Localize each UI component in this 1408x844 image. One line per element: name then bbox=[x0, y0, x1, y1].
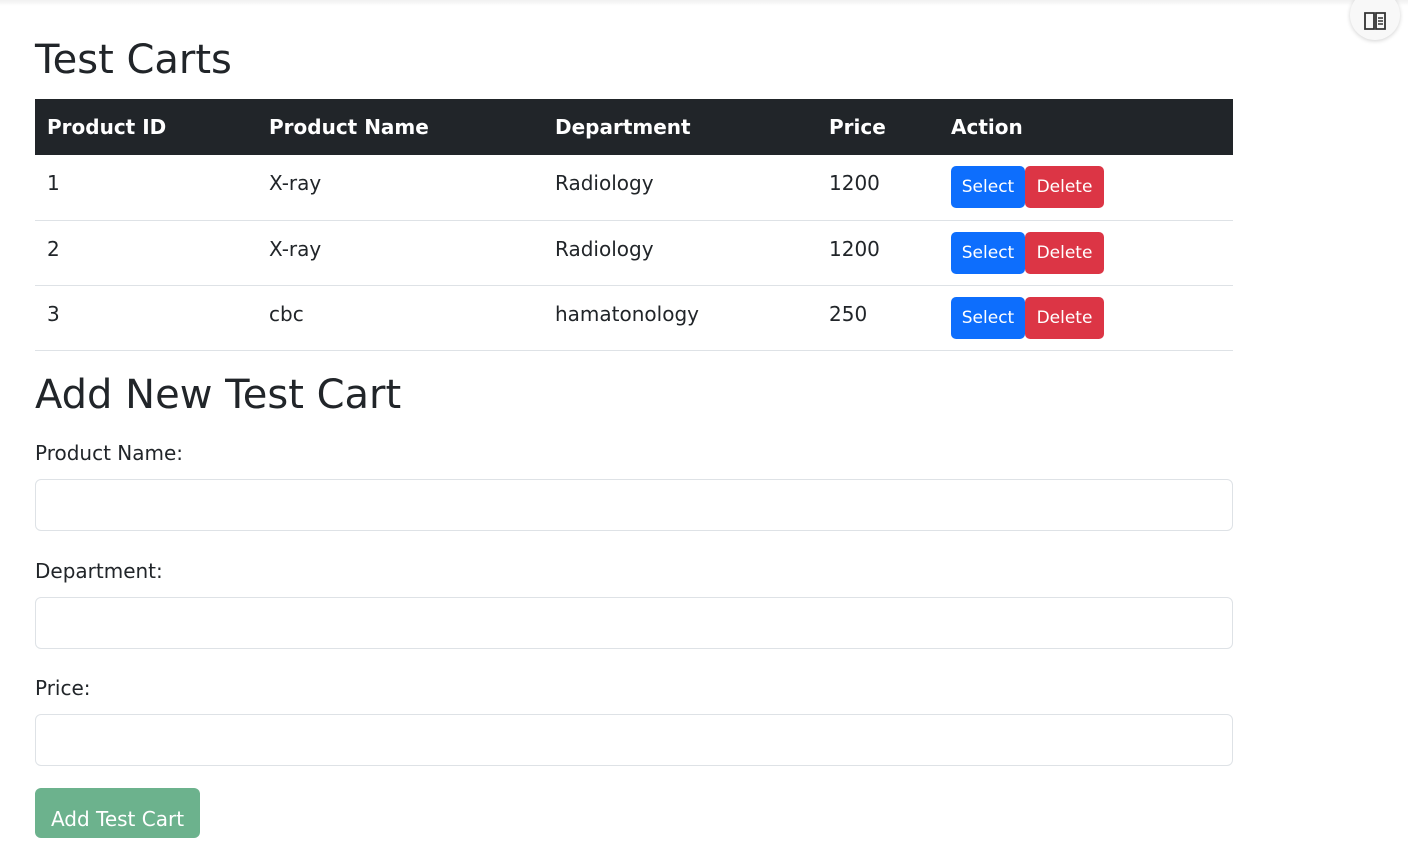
column-header-product-name: Product Name bbox=[257, 99, 543, 155]
price-label: Price: bbox=[35, 676, 91, 700]
cell-price: 1200 bbox=[817, 155, 939, 221]
cell-product-id: 2 bbox=[35, 220, 257, 286]
select-button[interactable]: Select bbox=[951, 231, 1025, 274]
add-form-title: Add New Test Cart bbox=[35, 372, 402, 418]
page-title: Test Carts bbox=[35, 37, 232, 83]
cell-price: 1200 bbox=[817, 220, 939, 286]
test-carts-table: Product ID Product Name Department Price… bbox=[35, 99, 1233, 351]
cell-price: 250 bbox=[817, 285, 939, 351]
product-name-input[interactable] bbox=[35, 479, 1233, 531]
delete-button[interactable]: Delete bbox=[1025, 166, 1104, 208]
table-header-row: Product ID Product Name Department Price… bbox=[35, 99, 1233, 155]
cell-action: Select Delete bbox=[939, 285, 1233, 351]
table-row: 3 cbc hamatonology 250 Select Delete bbox=[35, 285, 1233, 351]
cell-action: Select Delete bbox=[939, 220, 1233, 286]
column-header-action: Action bbox=[939, 99, 1233, 155]
table-row: 2 X-ray Radiology 1200 Select Delete bbox=[35, 220, 1233, 286]
column-header-product-id: Product ID bbox=[35, 99, 257, 155]
department-label: Department: bbox=[35, 559, 163, 583]
department-input[interactable] bbox=[35, 597, 1233, 649]
select-button[interactable]: Select bbox=[951, 166, 1025, 208]
cell-action: Select Delete bbox=[939, 155, 1233, 221]
add-test-cart-button[interactable]: Add Test Cart bbox=[35, 788, 200, 838]
column-header-department: Department bbox=[543, 99, 817, 155]
price-input[interactable] bbox=[35, 714, 1233, 766]
column-header-price: Price bbox=[817, 99, 939, 155]
cell-product-name: X-ray bbox=[257, 155, 543, 221]
cell-product-name: cbc bbox=[257, 285, 543, 351]
top-shadow bbox=[0, 0, 1408, 6]
reader-mode-icon bbox=[1363, 10, 1387, 36]
delete-button[interactable]: Delete bbox=[1025, 231, 1104, 274]
cell-department: Radiology bbox=[543, 220, 817, 286]
cell-department: Radiology bbox=[543, 155, 817, 221]
cell-product-name: X-ray bbox=[257, 220, 543, 286]
select-button[interactable]: Select bbox=[951, 296, 1025, 339]
delete-button[interactable]: Delete bbox=[1025, 296, 1104, 339]
cell-product-id: 3 bbox=[35, 285, 257, 351]
cell-department: hamatonology bbox=[543, 285, 817, 351]
cell-product-id: 1 bbox=[35, 155, 257, 221]
reader-mode-button[interactable] bbox=[1350, 0, 1400, 40]
table-row: 1 X-ray Radiology 1200 Select Delete bbox=[35, 155, 1233, 221]
product-name-label: Product Name: bbox=[35, 441, 184, 465]
